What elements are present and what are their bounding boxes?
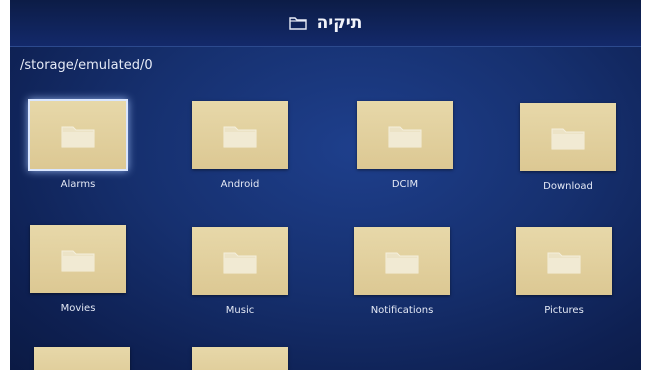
folder-tile-alarms[interactable]: Alarms [20, 96, 130, 206]
folder-tile-partial[interactable] [182, 347, 292, 370]
folder-thumbnail [520, 103, 616, 171]
folder-thumbnail [192, 227, 288, 295]
folder-icon [547, 252, 581, 274]
folder-tile-partial[interactable] [24, 347, 134, 370]
folder-icon [551, 128, 585, 150]
title-bar: תיקיה [10, 0, 641, 47]
folder-outline-icon [288, 17, 307, 30]
folder-thumbnail [357, 101, 453, 169]
current-path: /storage/emulated/0 [20, 58, 153, 73]
folder-tile-movies[interactable]: Movies [20, 220, 130, 330]
folder-label: Download [543, 181, 593, 192]
folder-icon [61, 126, 95, 148]
folder-label: Movies [60, 303, 96, 314]
folder-thumbnail [34, 347, 130, 370]
folder-icon [388, 126, 422, 148]
title-group: תיקיה [288, 13, 363, 33]
folder-tile-pictures[interactable]: Pictures [506, 222, 616, 332]
folder-tile-music[interactable]: Music [182, 222, 292, 332]
folder-icon [385, 252, 419, 274]
folder-icon [61, 250, 95, 272]
folder-tile-download[interactable]: Download [510, 98, 620, 208]
folder-thumbnail [516, 227, 612, 295]
folder-icon [223, 126, 257, 148]
page-title: תיקיה [316, 13, 363, 33]
folder-label: Pictures [544, 305, 584, 316]
folder-label: Notifications [370, 305, 434, 316]
folder-thumbnail [354, 227, 450, 295]
folder-label: DCIM [391, 179, 419, 190]
folder-tile-android[interactable]: Android [182, 96, 292, 206]
folder-thumbnail [30, 225, 126, 293]
folder-label: Music [225, 305, 255, 316]
folder-thumbnail [192, 101, 288, 169]
folder-label: Alarms [60, 179, 96, 190]
file-browser-screen: תיקיה /storage/emulated/0 Alarms Android [10, 0, 641, 370]
folder-tile-notifications[interactable]: Notifications [344, 222, 454, 332]
folder-tile-dcim[interactable]: DCIM [347, 96, 457, 206]
folder-thumbnail [28, 99, 128, 171]
folder-icon [223, 252, 257, 274]
folder-label: Android [220, 179, 260, 190]
folder-thumbnail [192, 347, 288, 370]
